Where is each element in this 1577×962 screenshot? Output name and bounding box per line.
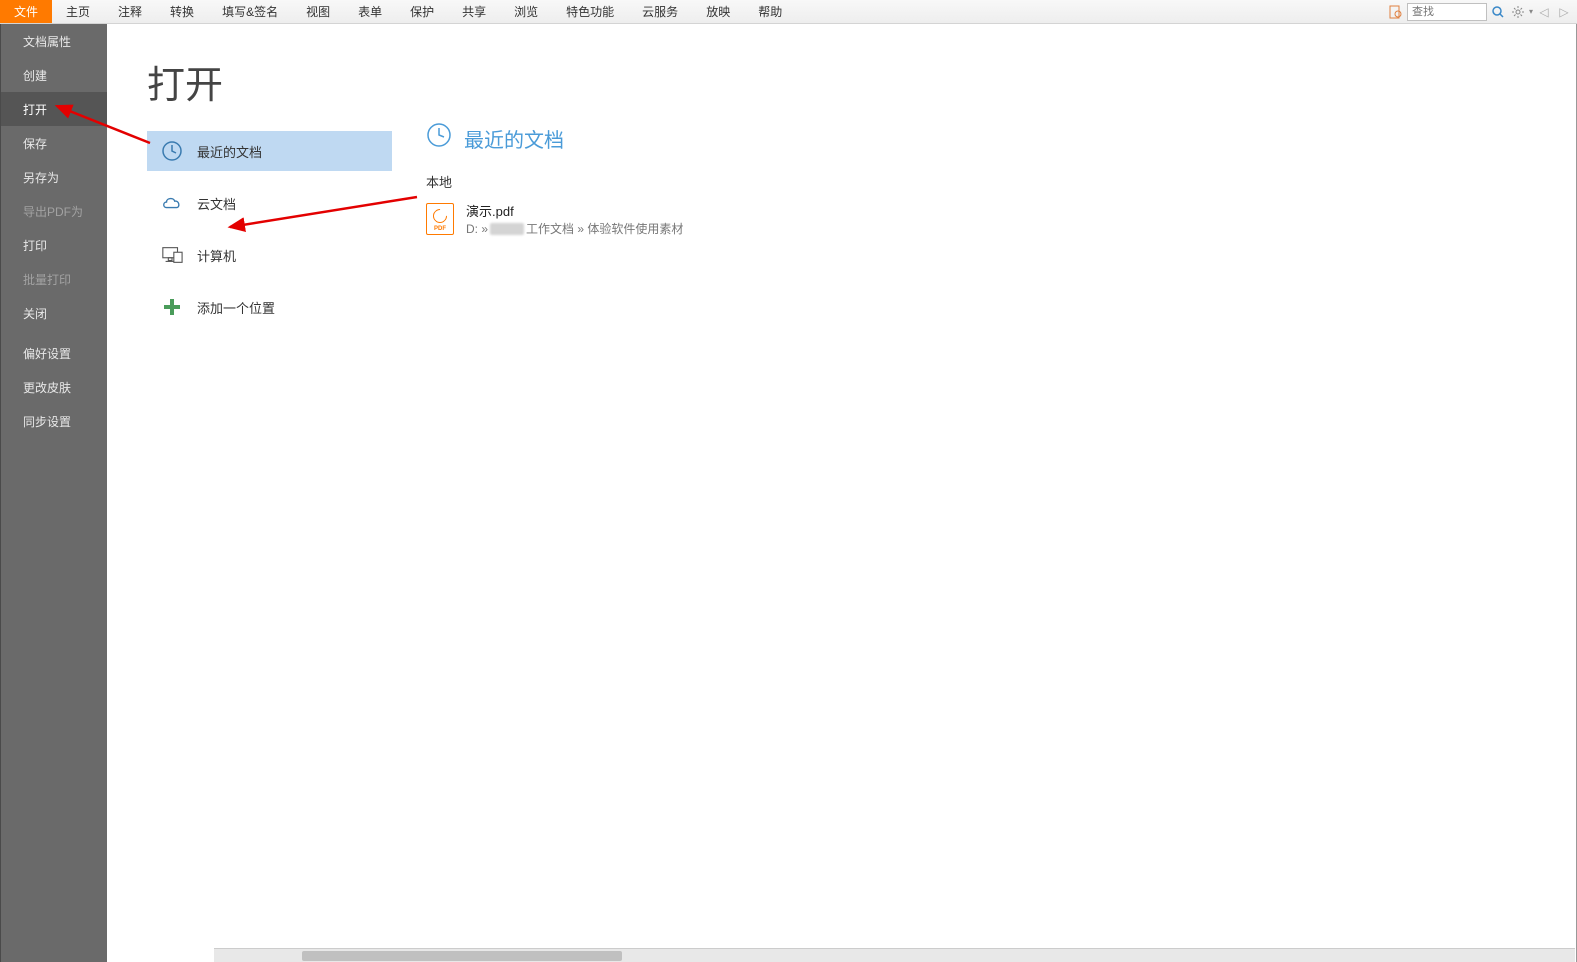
sidebar-item-open[interactable]: 打开 [1, 92, 107, 126]
settings-gear-icon[interactable] [1509, 3, 1527, 21]
horizontal-scrollbar[interactable] [214, 948, 1575, 962]
menu-tab-file[interactable]: 文件 [0, 0, 52, 23]
menu-tab-form[interactable]: 表单 [344, 0, 396, 23]
location-add[interactable]: 添加一个位置 [147, 287, 392, 327]
clock-icon [161, 140, 183, 162]
sidebar-item-print[interactable]: 打印 [1, 228, 107, 262]
recent-header: 最近的文档 [426, 122, 1576, 154]
sidebar-item-saveas[interactable]: 另存为 [1, 160, 107, 194]
computer-icon [161, 244, 183, 266]
menu-tab-view[interactable]: 视图 [292, 0, 344, 23]
sidebar-item-export[interactable]: 导出PDF为 [1, 194, 107, 228]
pdf-file-icon: PDF [426, 203, 454, 235]
search-page-icon[interactable] [1387, 3, 1405, 21]
cloud-icon [161, 192, 183, 214]
top-menu-bar: 文件 主页 注释 转换 填写&签名 视图 表单 保护 共享 浏览 特色功能 云服… [0, 0, 1577, 24]
menu-tab-home[interactable]: 主页 [52, 0, 104, 23]
plus-icon [161, 296, 183, 318]
search-input[interactable] [1407, 3, 1487, 21]
scrollbar-thumb[interactable] [302, 951, 622, 961]
file-path: D: » 工作文档 » 体验软件使用素材 [466, 220, 683, 237]
menu-tab-help[interactable]: 帮助 [744, 0, 796, 23]
menu-tab-fillsign[interactable]: 填写&签名 [208, 0, 292, 23]
location-cloud[interactable]: 云文档 [147, 183, 392, 223]
menu-tab-convert[interactable]: 转换 [156, 0, 208, 23]
sidebar-item-sync[interactable]: 同步设置 [1, 404, 107, 438]
section-label-local: 本地 [426, 172, 1576, 191]
sidebar-item-preferences[interactable]: 偏好设置 [1, 336, 107, 370]
location-label: 最近的文档 [197, 142, 262, 161]
file-name: 演示.pdf [466, 201, 683, 220]
sidebar-item-skin[interactable]: 更改皮肤 [1, 370, 107, 404]
search-submit-icon[interactable] [1489, 3, 1507, 21]
page-title: 打开 [147, 54, 392, 109]
recent-header-label: 最近的文档 [464, 124, 564, 153]
location-label: 计算机 [197, 246, 236, 265]
clock-icon [426, 122, 452, 154]
location-computer[interactable]: 计算机 [147, 235, 392, 275]
location-recent[interactable]: 最近的文档 [147, 131, 392, 171]
sidebar-item-create[interactable]: 创建 [1, 58, 107, 92]
location-label: 云文档 [197, 194, 236, 213]
content-panel: 打开 最近的文档 云文档 计算机 [107, 24, 1577, 962]
path-blur [490, 223, 524, 235]
nav-forward-icon[interactable]: ▷ [1555, 3, 1573, 21]
nav-back-icon[interactable]: ◁ [1535, 3, 1553, 21]
menu-tab-comment[interactable]: 注释 [104, 0, 156, 23]
menu-tab-protect[interactable]: 保护 [396, 0, 448, 23]
recent-file-row[interactable]: PDF 演示.pdf D: » 工作文档 » 体验软件使用素材 [426, 197, 1576, 241]
menu-tab-browse[interactable]: 浏览 [500, 0, 552, 23]
sidebar-item-batchprint[interactable]: 批量打印 [1, 262, 107, 296]
menu-tab-slideshow[interactable]: 放映 [692, 0, 744, 23]
menu-tab-share[interactable]: 共享 [448, 0, 500, 23]
location-label: 添加一个位置 [197, 298, 275, 317]
sidebar-item-close[interactable]: 关闭 [1, 296, 107, 330]
menu-tab-feature[interactable]: 特色功能 [552, 0, 628, 23]
menu-tab-cloud[interactable]: 云服务 [628, 0, 692, 23]
file-sidebar: 文档属性 创建 打开 保存 另存为 导出PDF为 打印 批量打印 关闭 偏好设置… [0, 24, 107, 962]
sidebar-item-properties[interactable]: 文档属性 [1, 24, 107, 58]
sidebar-item-save[interactable]: 保存 [1, 126, 107, 160]
